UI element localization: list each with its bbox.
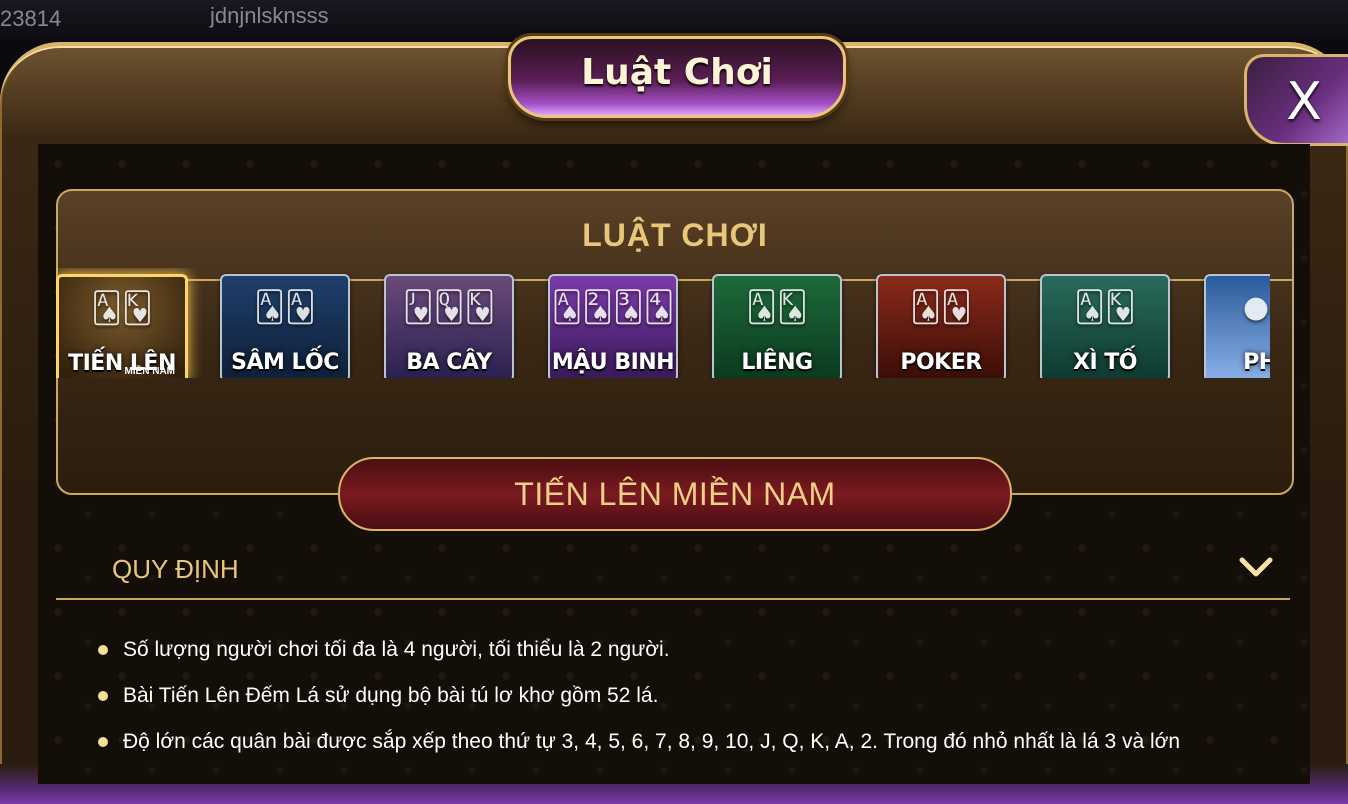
chips-icon: 🂡🂱 <box>910 290 972 325</box>
game-tile-label: POKER <box>900 350 982 375</box>
rules-list: Số lượng người chơi tối đa là 4 người, t… <box>98 638 1278 776</box>
rule-item: Số lượng người chơi tối đa là 4 người, t… <box>98 638 1278 684</box>
game-tile-xi-to[interactable]: 🂡🂾 XÌ TỐ <box>1040 274 1170 378</box>
game-tile-ba-cay[interactable]: 🂻🂽🂾 BA CÂY <box>384 274 514 378</box>
selected-game-banner: TIẾN LÊN MIỀN NAM <box>338 457 1012 531</box>
panel-title: LUẬT CHƠI <box>582 216 768 253</box>
game-tile-mau-binh[interactable]: 🂡🂢🂣🂤 MẬU BINH <box>548 274 678 378</box>
dialog-title-plate: Luật Chơi <box>508 36 846 118</box>
cards-icon: 🂡🂱 <box>254 290 316 325</box>
section-title: QUY ĐỊNH <box>112 554 239 584</box>
game-tile-label: PHỎ <box>1243 350 1270 375</box>
game-tile-label: BA CÂY <box>406 350 492 375</box>
dialog-content: LUẬT CHƠI 🂡🂾 TIẾN LÊN MIỀN NAM 🂡🂱 SÂM LỐ… <box>38 144 1310 784</box>
game-tile-label: SÂM LỐC <box>231 350 339 375</box>
game-tile-poker[interactable]: 🂡🂱 POKER <box>876 274 1006 378</box>
game-tile-sam-loc[interactable]: 🂡🂱 SÂM LỐC <box>220 274 350 378</box>
close-icon[interactable]: X <box>1286 72 1322 132</box>
game-tile-sublabel: MIỀN NAM <box>124 366 175 377</box>
dialog-title: Luật Chơi <box>581 51 773 93</box>
top-status-bar: 23814 jdnjnlsknsss <box>0 0 1348 40</box>
rule-item: Bài Tiến Lên Đếm Lá sử dụng bộ bài tú lơ… <box>98 684 1278 730</box>
game-tile-tien-len[interactable]: 🂡🂾 TIẾN LÊN MIỀN NAM <box>56 274 188 378</box>
game-list[interactable]: 🂡🂾 TIẾN LÊN MIỀN NAM 🂡🂱 SÂM LỐC 🂻🂽🂾 BA C… <box>56 268 1270 378</box>
cards-icon: 🂡🂾 <box>1074 290 1136 325</box>
close-button[interactable]: X <box>1244 54 1348 146</box>
cards-icon: 🂡🂢🂣🂤 <box>551 290 675 325</box>
user-id: 23814 <box>0 6 62 31</box>
selected-game-title: TIẾN LÊN MIỀN NAM <box>514 475 836 512</box>
cards-icon: 🂻🂽🂾 <box>402 290 496 325</box>
section-header[interactable]: QUY ĐỊNH <box>56 544 1290 600</box>
game-tile-label: MẬU BINH <box>551 350 675 375</box>
game-tile-lieng[interactable]: 🂡🂮 LIÊNG <box>712 274 842 378</box>
chevron-down-icon[interactable] <box>1236 552 1276 582</box>
coins-icon: ●● <box>1242 290 1270 325</box>
username: jdnjnlsknsss <box>210 3 329 28</box>
game-tile-label: LIÊNG <box>741 350 813 375</box>
game-tile-label: XÌ TỐ <box>1072 350 1138 375</box>
game-tile-pho[interactable]: ●● PHỎ <box>1204 274 1270 378</box>
cards-icon: 🂡🂾 <box>91 291 153 326</box>
rule-item: Độ lớn các quân bài được sắp xếp theo th… <box>98 730 1278 776</box>
chips-icon: 🂡🂮 <box>746 290 808 325</box>
